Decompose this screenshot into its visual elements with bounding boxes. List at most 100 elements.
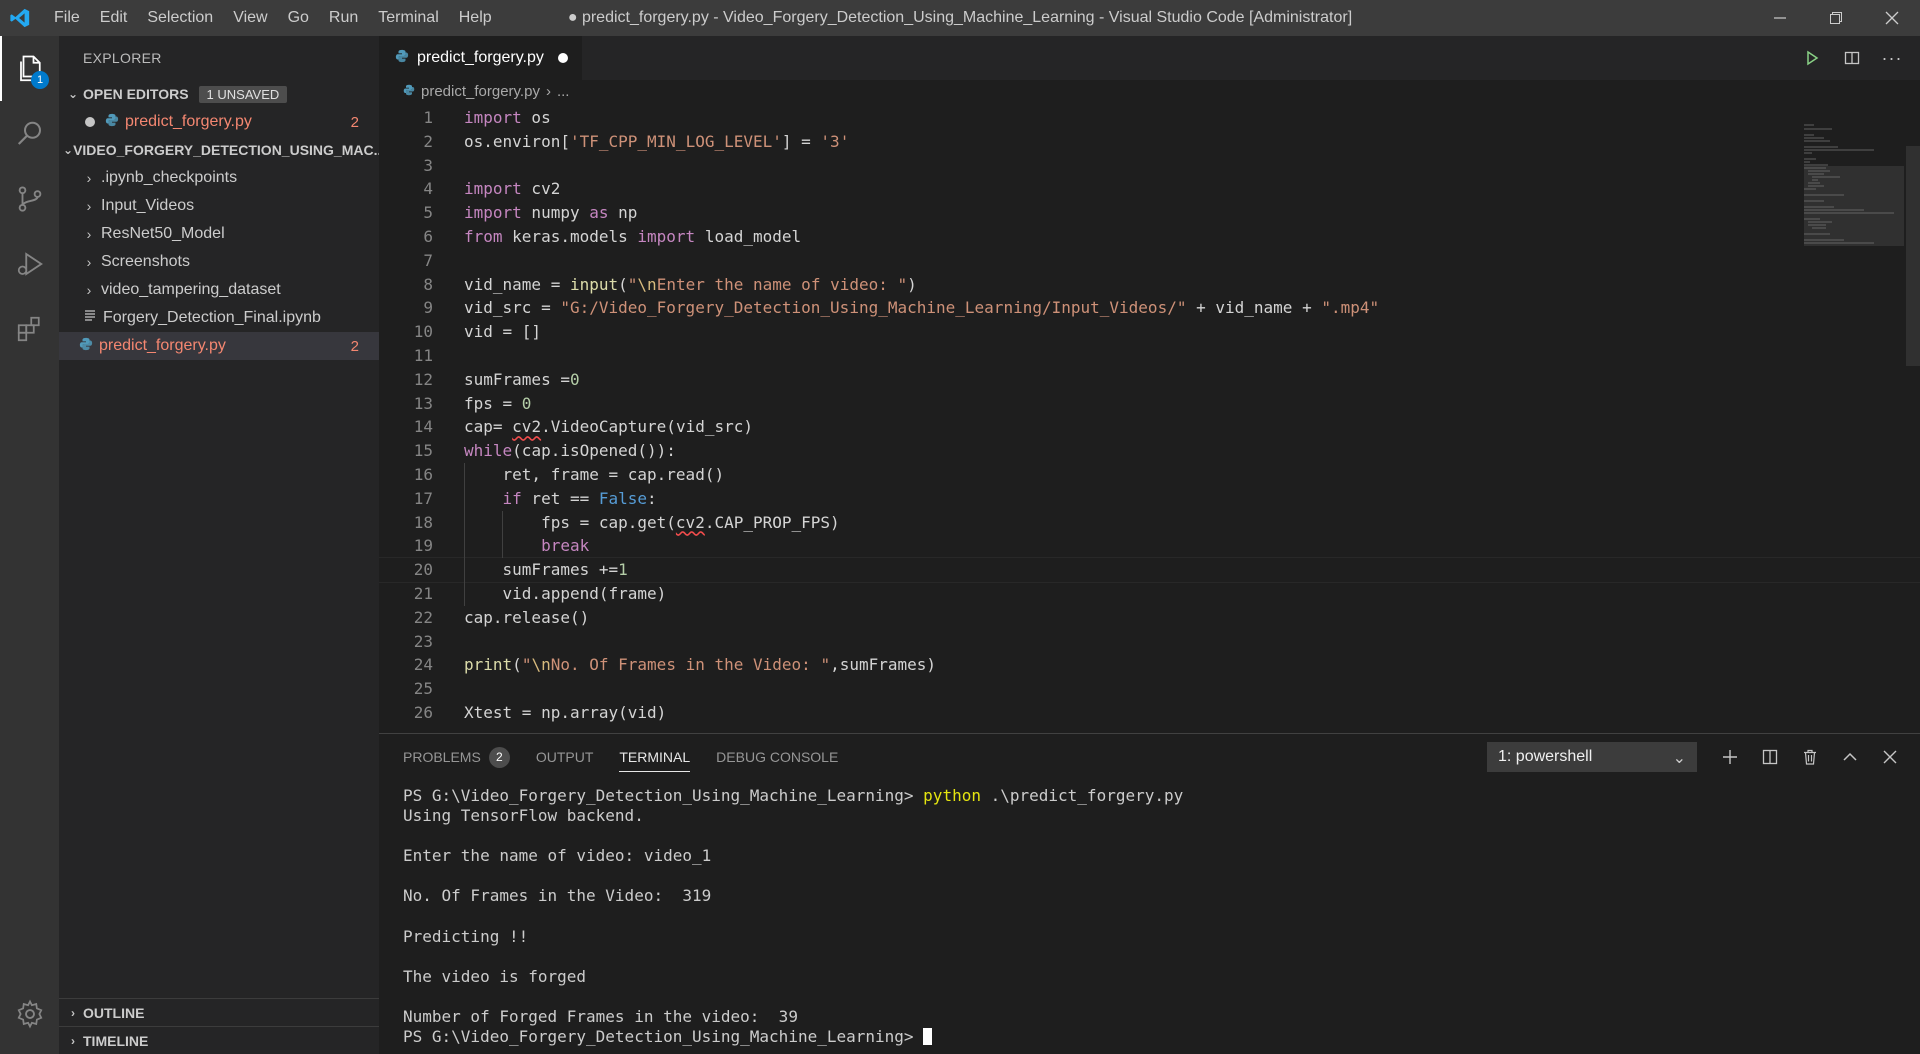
chevron-right-icon: › — [86, 170, 92, 186]
split-terminal-button[interactable] — [1750, 734, 1790, 780]
tree-folder-resnet50-model[interactable]: › ResNet50_Model — [59, 220, 379, 248]
code-line[interactable]: 16 ret, frame = cap.read() — [379, 463, 1920, 487]
code-text: from keras.models import load_model — [464, 226, 802, 246]
tree-item-label: Forgery_Detection_Final.ipynb — [103, 309, 321, 326]
menu-edit[interactable]: Edit — [90, 0, 138, 36]
run-file-button[interactable] — [1792, 36, 1832, 80]
code-line[interactable]: 6 from keras.models import load_model — [379, 225, 1920, 249]
more-actions-button[interactable]: ··· — [1872, 36, 1912, 80]
code-line[interactable]: 17 if ret == False: — [379, 487, 1920, 511]
code-line[interactable]: 7 — [379, 249, 1920, 273]
line-number: 22 — [413, 607, 433, 627]
tab-label: OUTPUT — [535, 749, 594, 765]
minimize-icon — [1774, 17, 1786, 19]
tab-debug-console[interactable]: DEBUG CONSOLE — [716, 734, 838, 780]
outline-header[interactable]: › OUTLINE — [59, 998, 379, 1026]
tab-problems[interactable]: PROBLEMS 2 — [403, 734, 510, 780]
menu-selection[interactable]: Selection — [137, 0, 223, 36]
explorer-badge: 1 — [31, 71, 49, 89]
code-line[interactable]: 2 os.environ['TF_CPP_MIN_LOG_LEVEL'] = '3… — [379, 130, 1920, 154]
python-file-icon — [77, 337, 95, 356]
scrollbar-thumb[interactable] — [1906, 146, 1920, 366]
tab-predict-forgery[interactable]: predict_forgery.py — [379, 36, 582, 80]
open-editor-item[interactable]: predict_forgery.py 2 — [59, 108, 379, 136]
outline-label: OUTLINE — [83, 1004, 145, 1021]
terminal-selector-value: 1: powershell — [1498, 748, 1593, 765]
minimap[interactable] — [1804, 106, 1904, 733]
menu-file[interactable]: File — [44, 0, 90, 36]
tree-file-forgery-detection-notebook[interactable]: Forgery_Detection_Final.ipynb — [59, 304, 379, 332]
tree-item-label: predict_forgery.py — [99, 337, 226, 354]
code-line[interactable]: 5 import numpy as np — [379, 201, 1920, 225]
tree-folder-input-videos[interactable]: › Input_Videos — [59, 192, 379, 220]
breadcrumb-file[interactable]: predict_forgery.py — [421, 80, 540, 104]
run-debug-activity-button[interactable] — [0, 231, 59, 296]
tree-folder-screenshots[interactable]: › Screenshots — [59, 248, 379, 276]
terminal-line: Number of Forged Frames in the video: 39 — [403, 1007, 798, 1027]
explorer-activity-button[interactable]: 1 — [0, 36, 59, 101]
menu-terminal[interactable]: Terminal — [368, 0, 448, 36]
terminal-selector[interactable]: 1: powershell ⌄ — [1487, 742, 1697, 772]
unsaved-dot-icon[interactable] — [85, 117, 95, 127]
tree-item-label: Screenshots — [101, 253, 190, 270]
split-editor-button[interactable] — [1832, 36, 1872, 80]
code-text: fps = 0 — [464, 393, 532, 413]
code-text: import os — [464, 108, 551, 127]
code-line[interactable]: 25 — [379, 677, 1920, 701]
code-line[interactable]: 20 sumFrames +=1 — [379, 557, 1920, 583]
line-number: 23 — [413, 631, 433, 651]
notebook-file-icon — [81, 309, 99, 328]
terminal-output[interactable]: PS G:\Video_Forgery_Detection_Using_Mach… — [403, 786, 1893, 1047]
timeline-header[interactable]: › TIMELINE — [59, 1026, 379, 1054]
settings-activity-button[interactable] — [0, 981, 59, 1046]
tab-output[interactable]: OUTPUT — [536, 734, 594, 780]
code-line[interactable]: 11 — [379, 344, 1920, 368]
code-line[interactable]: 23 — [379, 630, 1920, 654]
code-line[interactable]: 24 print("\nNo. Of Frames in the Video: "… — [379, 653, 1920, 677]
code-editor[interactable]: 1 import os 2 os.environ['TF_CPP_MIN_LOG_LE… — [379, 106, 1920, 733]
restore-button[interactable] — [1808, 0, 1864, 36]
code-line[interactable]: 26 Xtest = np.array(vid) — [379, 701, 1920, 725]
close-window-button[interactable] — [1864, 0, 1920, 36]
code-line[interactable]: 3 — [379, 154, 1920, 178]
code-line[interactable]: 19 break — [379, 534, 1920, 558]
line-number: 19 — [413, 536, 433, 556]
menu-go[interactable]: Go — [278, 0, 319, 36]
line-number: 2 — [423, 131, 433, 151]
code-line[interactable]: 21 vid.append(frame) — [379, 582, 1920, 606]
code-line[interactable]: 15 while(cap.isOpened()): — [379, 439, 1920, 463]
menu-view[interactable]: View — [223, 0, 277, 36]
maximize-panel-button[interactable] — [1830, 734, 1870, 780]
code-line[interactable]: 10 vid = [] — [379, 320, 1920, 344]
minimize-button[interactable] — [1752, 0, 1808, 36]
extensions-activity-button[interactable] — [0, 296, 59, 361]
code-line[interactable]: 4 import cv2 — [379, 177, 1920, 201]
menu-help[interactable]: Help — [449, 0, 502, 36]
kill-terminal-button[interactable] — [1790, 734, 1830, 780]
open-editors-header[interactable]: ⌄ OPEN EDITORS 1 UNSAVED — [59, 80, 379, 108]
code-text: cap= cv2.VideoCapture(vid_src) — [464, 417, 753, 437]
tab-terminal[interactable]: TERMINAL — [619, 734, 690, 780]
code-line[interactable]: 13 fps = 0 — [379, 392, 1920, 416]
code-line[interactable]: 14 cap= cv2.VideoCapture(vid_src) — [379, 415, 1920, 439]
tree-file-predict-forgery[interactable]: predict_forgery.py 2 — [59, 332, 379, 360]
chevron-down-icon: ⌄ — [63, 143, 74, 157]
code-line[interactable]: 9 vid_src = "G:/Video_Forgery_Detection_U… — [379, 296, 1920, 320]
tree-folder-ipynb-checkpoints[interactable]: › .ipynb_checkpoints — [59, 164, 379, 192]
source-control-activity-button[interactable] — [0, 166, 59, 231]
code-line[interactable]: 1 import os — [379, 106, 1920, 130]
search-activity-button[interactable] — [0, 101, 59, 166]
code-line[interactable]: 22 cap.release() — [379, 606, 1920, 630]
breadcrumb-symbols[interactable]: ... — [557, 80, 570, 104]
code-line[interactable]: 18 fps = cap.get(cv2.CAP_PROP_FPS) — [379, 511, 1920, 535]
close-panel-button[interactable] — [1870, 734, 1910, 780]
editor-scrollbar[interactable] — [1906, 106, 1920, 733]
tree-folder-video-tampering-dataset[interactable]: › video_tampering_dataset — [59, 276, 379, 304]
code-line[interactable]: 12 sumFrames =0 — [379, 368, 1920, 392]
new-terminal-button[interactable] — [1710, 734, 1750, 780]
workspace-folder-header[interactable]: ⌄ VIDEO_FORGERY_DETECTION_USING_MAC... — [59, 136, 385, 164]
unsaved-dot-icon[interactable] — [557, 53, 568, 63]
menu-run[interactable]: Run — [319, 0, 368, 36]
code-line[interactable]: 8 vid_name = input("\nEnter the name of v… — [379, 273, 1920, 297]
